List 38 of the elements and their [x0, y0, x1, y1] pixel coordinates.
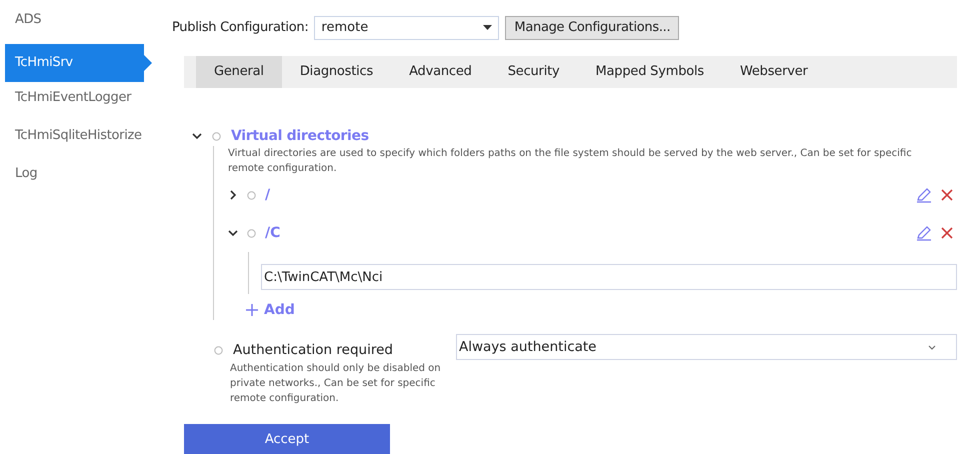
chevron-down-icon[interactable]: [192, 131, 202, 141]
authentication-dropdown[interactable]: Always authenticate: [456, 334, 957, 360]
directory-name[interactable]: /C: [265, 225, 907, 241]
tab[interactable]: Diagnostics: [282, 56, 392, 88]
chevron-down-icon: [928, 344, 936, 350]
configuration-dropdown[interactable]: remote: [314, 16, 500, 40]
sidebar-item[interactable]: Log: [5, 160, 152, 198]
section-title: Virtual directories: [231, 128, 369, 144]
setting-label: Authentication required: [233, 342, 393, 358]
plus-icon: [246, 304, 258, 316]
close-icon[interactable]: [941, 189, 953, 201]
tab[interactable]: General: [196, 56, 282, 88]
path-field[interactable]: C:\TwinCAT\Mc\Nci: [261, 264, 957, 290]
section-description: Virtual directories are used to specify which folders paths on the file system should be served by the web server., Can be set for specific remote configuration.: [228, 147, 913, 176]
radio-circle-icon[interactable]: [214, 346, 223, 354]
tab[interactable]: Webserver: [722, 56, 826, 88]
pencil-icon[interactable]: [916, 225, 932, 241]
manage-configurations-button[interactable]: Manage Configurations...: [505, 16, 680, 40]
sidebar-item[interactable]: TcHmiSqliteHistorize: [5, 122, 152, 160]
dropdown-caret-icon: [483, 25, 492, 30]
tab[interactable]: Mapped Symbols: [578, 56, 722, 88]
pencil-icon[interactable]: [916, 187, 932, 203]
accept-button[interactable]: Accept: [184, 424, 390, 454]
chevron-down-icon[interactable]: [228, 228, 238, 238]
tab[interactable]: Security: [490, 56, 578, 88]
sidebar-item[interactable]: ADS: [5, 6, 152, 44]
close-icon[interactable]: [941, 227, 953, 239]
radio-circle-icon[interactable]: [247, 190, 256, 200]
tab[interactable]: Advanced: [391, 56, 490, 88]
setting-description: Authentication should only be disabled on private networks., Can be set for specific remote configuration.: [230, 362, 442, 406]
radio-circle-icon[interactable]: [212, 132, 221, 140]
add-button[interactable]: Add: [246, 302, 295, 318]
publish-configuration-label: Publish Configuration:: [172, 20, 308, 35]
chevron-right-icon[interactable]: [228, 190, 238, 200]
radio-circle-icon[interactable]: [247, 228, 256, 238]
sidebar-item[interactable]: TcHmiEventLogger: [5, 84, 152, 122]
directory-name[interactable]: /: [265, 187, 907, 203]
sidebar-item[interactable]: TcHmiSrv: [5, 44, 152, 82]
